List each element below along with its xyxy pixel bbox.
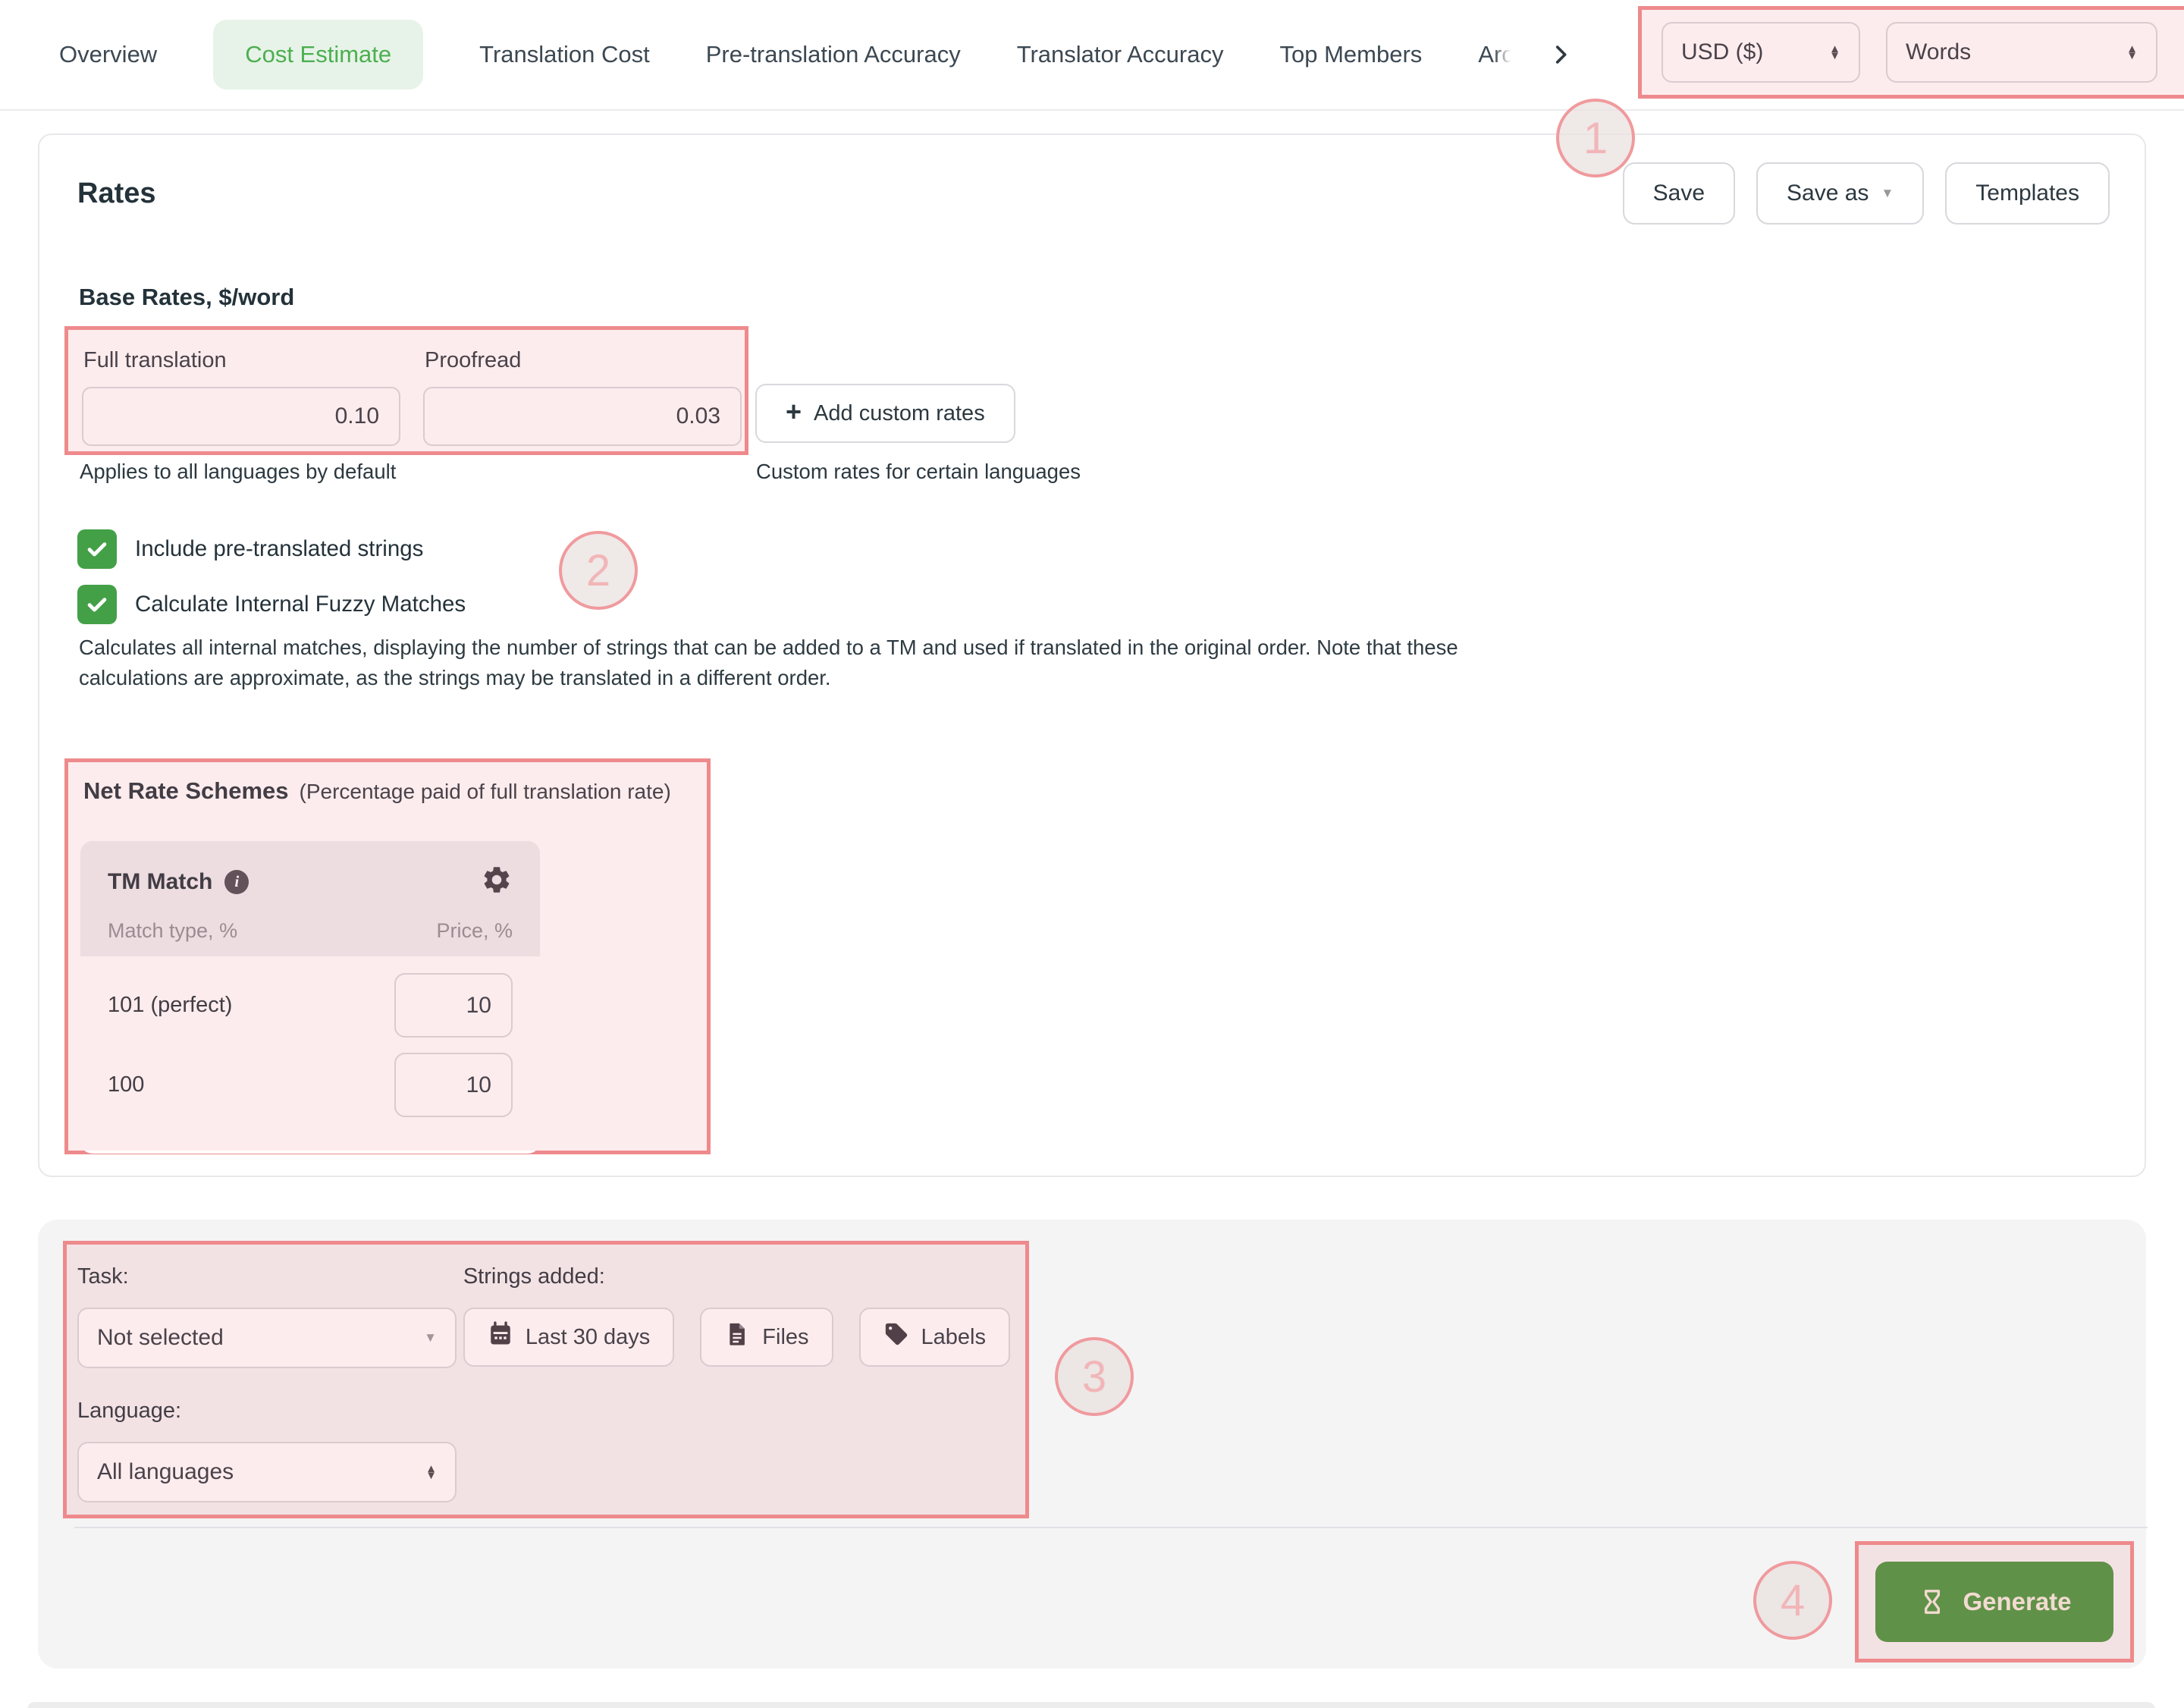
table-row: 100 10	[108, 1053, 513, 1117]
proofread-input[interactable]: 0.03	[423, 387, 742, 446]
annotation-box-1: USD ($) ▲▼ Words ▲▼	[1638, 6, 2184, 99]
footer-divider	[74, 1527, 2148, 1528]
add-custom-rates-label: Add custom rates	[814, 401, 985, 426]
currency-select-value: USD ($)	[1681, 39, 1763, 65]
page-title: Rates	[77, 177, 156, 210]
save-as-label: Save as	[1787, 181, 1869, 206]
proofread-field: Proofread 0.03	[423, 342, 742, 451]
updown-arrows-icon: ▲▼	[2126, 46, 2138, 59]
tm-match-columns: Match type, % Price, %	[108, 919, 513, 943]
labels-filter-label: Labels	[921, 1325, 986, 1350]
annotation-step-3: 3	[1055, 1337, 1134, 1416]
updown-arrows-icon: ▲▼	[425, 1465, 437, 1479]
language-select-value: All languages	[97, 1459, 234, 1485]
files-filter-button[interactable]: Files	[700, 1308, 833, 1367]
match-type-value: 101 (perfect)	[108, 993, 232, 1018]
full-translation-field: Full translation 0.10	[82, 342, 400, 451]
gear-icon[interactable]	[481, 864, 513, 900]
caret-down-icon: ▼	[424, 1330, 437, 1345]
full-translation-input[interactable]: 0.10	[82, 387, 400, 446]
annotation-step-2: 2	[559, 531, 638, 610]
tab-top-members[interactable]: Top Members	[1279, 41, 1422, 68]
net-rate-schemes-title: Net Rate Schemes	[83, 777, 289, 805]
tm-match-title: TM Match	[108, 869, 212, 895]
task-label: Task:	[77, 1264, 463, 1289]
tab-archive-truncated[interactable]: Arc	[1478, 41, 1514, 68]
rates-card: Rates Save Save as ▼ Templates Base Rate…	[38, 133, 2146, 1177]
tab-pre-translation-accuracy[interactable]: Pre-translation Accuracy	[706, 41, 961, 68]
save-button[interactable]: Save	[1623, 162, 1735, 224]
plus-icon: +	[786, 398, 802, 425]
annotation-step-4: 4	[1753, 1561, 1832, 1640]
annotation-step-1: 1	[1556, 99, 1635, 177]
file-icon	[724, 1321, 750, 1353]
cost-estimate-report-page: Overview Cost Estimate Translation Cost …	[0, 0, 2184, 1708]
match-type-value: 100	[108, 1072, 144, 1097]
tm-match-card: TM Match i Match type, % Price, %	[80, 841, 540, 1154]
files-filter-label: Files	[762, 1325, 808, 1350]
base-rates-helper-left: Applies to all languages by default	[80, 460, 396, 484]
language-field: Language: All languages ▲▼	[77, 1399, 1010, 1502]
tm-match-header: TM Match i Match type, % Price, %	[80, 841, 540, 956]
annotation-box-net-rate-schemes: Net Rate Schemes (Percentage paid of ful…	[64, 758, 711, 1154]
price-input[interactable]: 10	[394, 1053, 513, 1117]
option-label: Calculate Internal Fuzzy Matches	[135, 592, 466, 617]
checkbox-checked-icon[interactable]	[77, 529, 117, 569]
annotation-box-base-rates: Full translation 0.10 Proofread 0.03	[64, 326, 748, 455]
generate-label: Generate	[1963, 1587, 2071, 1616]
info-icon[interactable]: i	[224, 870, 249, 894]
rates-card-header: Rates Save Save as ▼ Templates	[77, 162, 2110, 224]
net-rate-schemes-heading: Net Rate Schemes (Percentage paid of ful…	[80, 774, 695, 805]
option-include-pretranslated: Include pre-translated strings	[77, 529, 423, 569]
rates-actions: Save Save as ▼ Templates	[1623, 162, 2110, 224]
templates-button[interactable]: Templates	[1945, 162, 2110, 224]
language-select[interactable]: All languages ▲▼	[77, 1442, 457, 1502]
next-section-edge	[27, 1702, 2155, 1708]
date-range-button[interactable]: Last 30 days	[463, 1308, 674, 1367]
labels-filter-button[interactable]: Labels	[859, 1308, 1010, 1367]
tab-translation-cost[interactable]: Translation Cost	[479, 41, 650, 68]
net-rate-schemes-subtitle: (Percentage paid of full translation rat…	[300, 780, 671, 804]
generation-panel: Task: Not selected ▼ Strings added: Last	[38, 1220, 2146, 1669]
price-input[interactable]: 10	[394, 973, 513, 1038]
unit-select[interactable]: Words ▲▼	[1886, 22, 2157, 83]
base-rates-helper-right: Custom rates for certain languages	[756, 460, 1081, 484]
date-range-label: Last 30 days	[526, 1325, 650, 1350]
full-translation-label: Full translation	[83, 348, 400, 373]
match-type-column-header: Match type, %	[108, 919, 237, 943]
base-rates-heading: Base Rates, $/word	[79, 284, 294, 311]
task-select[interactable]: Not selected ▼	[77, 1308, 457, 1368]
task-select-value: Not selected	[97, 1325, 224, 1351]
strings-added-label: Strings added:	[463, 1264, 1010, 1289]
table-row: 101 (perfect) 10	[108, 973, 513, 1038]
currency-select[interactable]: USD ($) ▲▼	[1662, 22, 1860, 83]
language-label: Language:	[77, 1399, 1010, 1424]
save-as-button[interactable]: Save as ▼	[1756, 162, 1924, 224]
generate-button[interactable]: Generate	[1875, 1562, 2113, 1642]
tab-translator-accuracy[interactable]: Translator Accuracy	[1017, 41, 1224, 68]
chevron-right-icon[interactable]	[1544, 38, 1577, 71]
fuzzy-matches-description: Calculates all internal matches, display…	[79, 633, 1527, 693]
task-field: Task: Not selected ▼	[77, 1264, 463, 1368]
option-label: Include pre-translated strings	[135, 536, 423, 562]
proofread-label: Proofread	[425, 348, 742, 373]
hourglass-icon	[1917, 1587, 1947, 1617]
add-custom-rates-button[interactable]: + Add custom rates	[755, 384, 1015, 443]
caret-down-icon: ▼	[1881, 186, 1894, 201]
tag-icon	[883, 1321, 909, 1353]
unit-select-value: Words	[1906, 39, 1971, 65]
tm-match-title-group: TM Match i	[108, 869, 249, 895]
checkbox-checked-icon[interactable]	[77, 585, 117, 624]
annotation-box-generate: Generate	[1855, 1541, 2134, 1662]
tm-match-rows: 101 (perfect) 10 100 10	[80, 956, 540, 1117]
strings-added-field: Strings added: Last 30 days	[463, 1264, 1010, 1368]
calendar-icon	[488, 1321, 513, 1353]
tab-cost-estimate[interactable]: Cost Estimate	[213, 20, 423, 89]
updown-arrows-icon: ▲▼	[1829, 46, 1840, 59]
tab-overview[interactable]: Overview	[59, 41, 157, 68]
option-calculate-fuzzy: Calculate Internal Fuzzy Matches	[77, 585, 466, 624]
annotation-box-filters: Task: Not selected ▼ Strings added: Last	[63, 1241, 1029, 1518]
price-column-header: Price, %	[436, 919, 513, 943]
